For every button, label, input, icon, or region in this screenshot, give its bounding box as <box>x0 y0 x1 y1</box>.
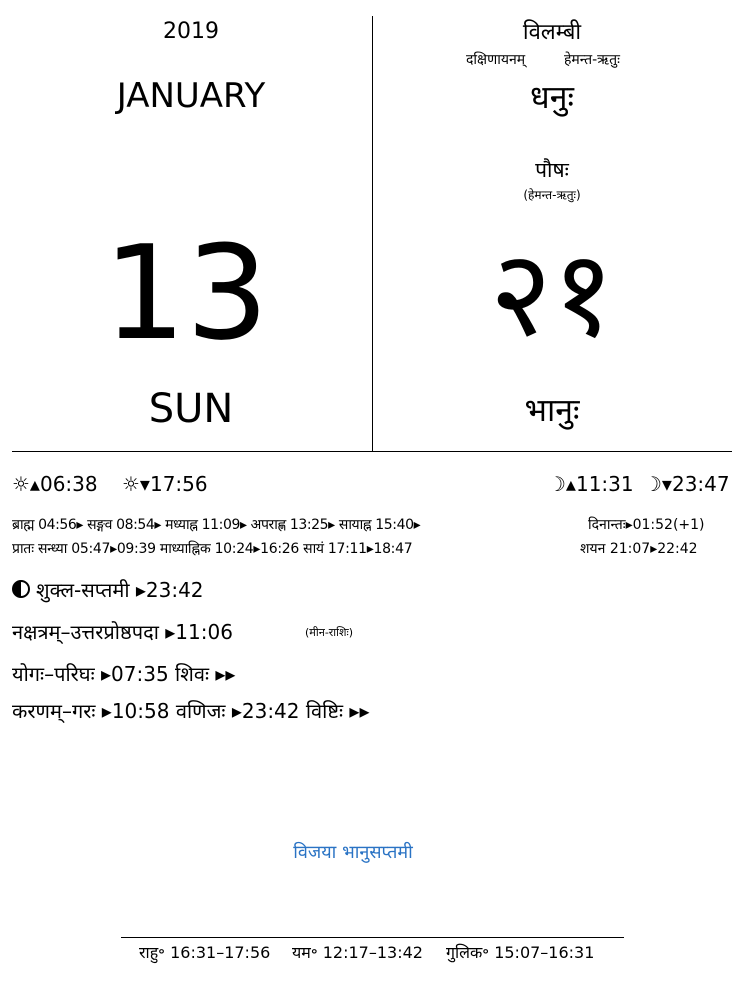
horizontal-divider <box>12 451 732 452</box>
samvatsara: विलम्बी <box>522 20 582 45</box>
year: 2019 <box>163 19 219 44</box>
lunar-ritu: (हेमन्त-ऋतुः) <box>523 188 581 202</box>
dinanta: दिनान्तः▸01:52(+1) <box>588 517 705 533</box>
devanagari-day-number: २१ <box>489 225 615 364</box>
nakshatra: नक्षत्रम्–उत्तरप्रोष्ठपदा ▸11:06 <box>12 620 233 644</box>
tithi: शुक्ल-सप्तमी ▸23:42 <box>36 578 204 602</box>
ritu: हेमन्त-ऋतुः <box>564 52 620 68</box>
moonset: ☽▾23:47 <box>644 472 730 496</box>
month: JANUARY <box>116 76 266 116</box>
yamagandam: यम॰ 12:17–13:42 <box>292 943 423 962</box>
karana: करणम्–गरः ▸10:58 वणिजः ▸23:42 विष्टिः ▸▸ <box>12 699 370 723</box>
ayana: दक्षिणायनम् <box>466 52 526 68</box>
solar-month: धनुः <box>530 78 574 116</box>
moonrise: ☽▴11:31 <box>548 472 634 496</box>
muhurta-line-1: ब्राह्म 04:56▸ सङ्गव 08:54▸ मध्याह्न 11:… <box>12 517 421 533</box>
footer-divider <box>121 937 624 938</box>
rashi: (मीन-राशिः) <box>305 626 353 639</box>
sunset: ☼▾17:56 <box>122 472 208 496</box>
sunrise: ☼▴06:38 <box>12 472 98 496</box>
tithi-icon <box>12 580 30 598</box>
weekday: SUN <box>148 386 234 432</box>
shayana: शयन 21:07▸22:42 <box>580 541 698 557</box>
muhurta-line-2: प्रातः सन्ध्या 05:47▸09:39 माध्याह्निक 1… <box>12 541 413 557</box>
day-number: 13 <box>103 217 269 369</box>
devanagari-weekday: भानुः <box>524 391 580 429</box>
lunar-month: पौषः <box>535 158 569 182</box>
yoga: योगः–परिघः ▸07:35 शिवः ▸▸ <box>12 662 236 686</box>
festival: विजया भानुसप्तमी <box>293 842 413 863</box>
gulika-kalam: गुलिक॰ 15:07–16:31 <box>446 943 595 962</box>
vertical-divider <box>372 16 373 452</box>
rahu-kalam: राहु॰ 16:31–17:56 <box>139 943 271 962</box>
